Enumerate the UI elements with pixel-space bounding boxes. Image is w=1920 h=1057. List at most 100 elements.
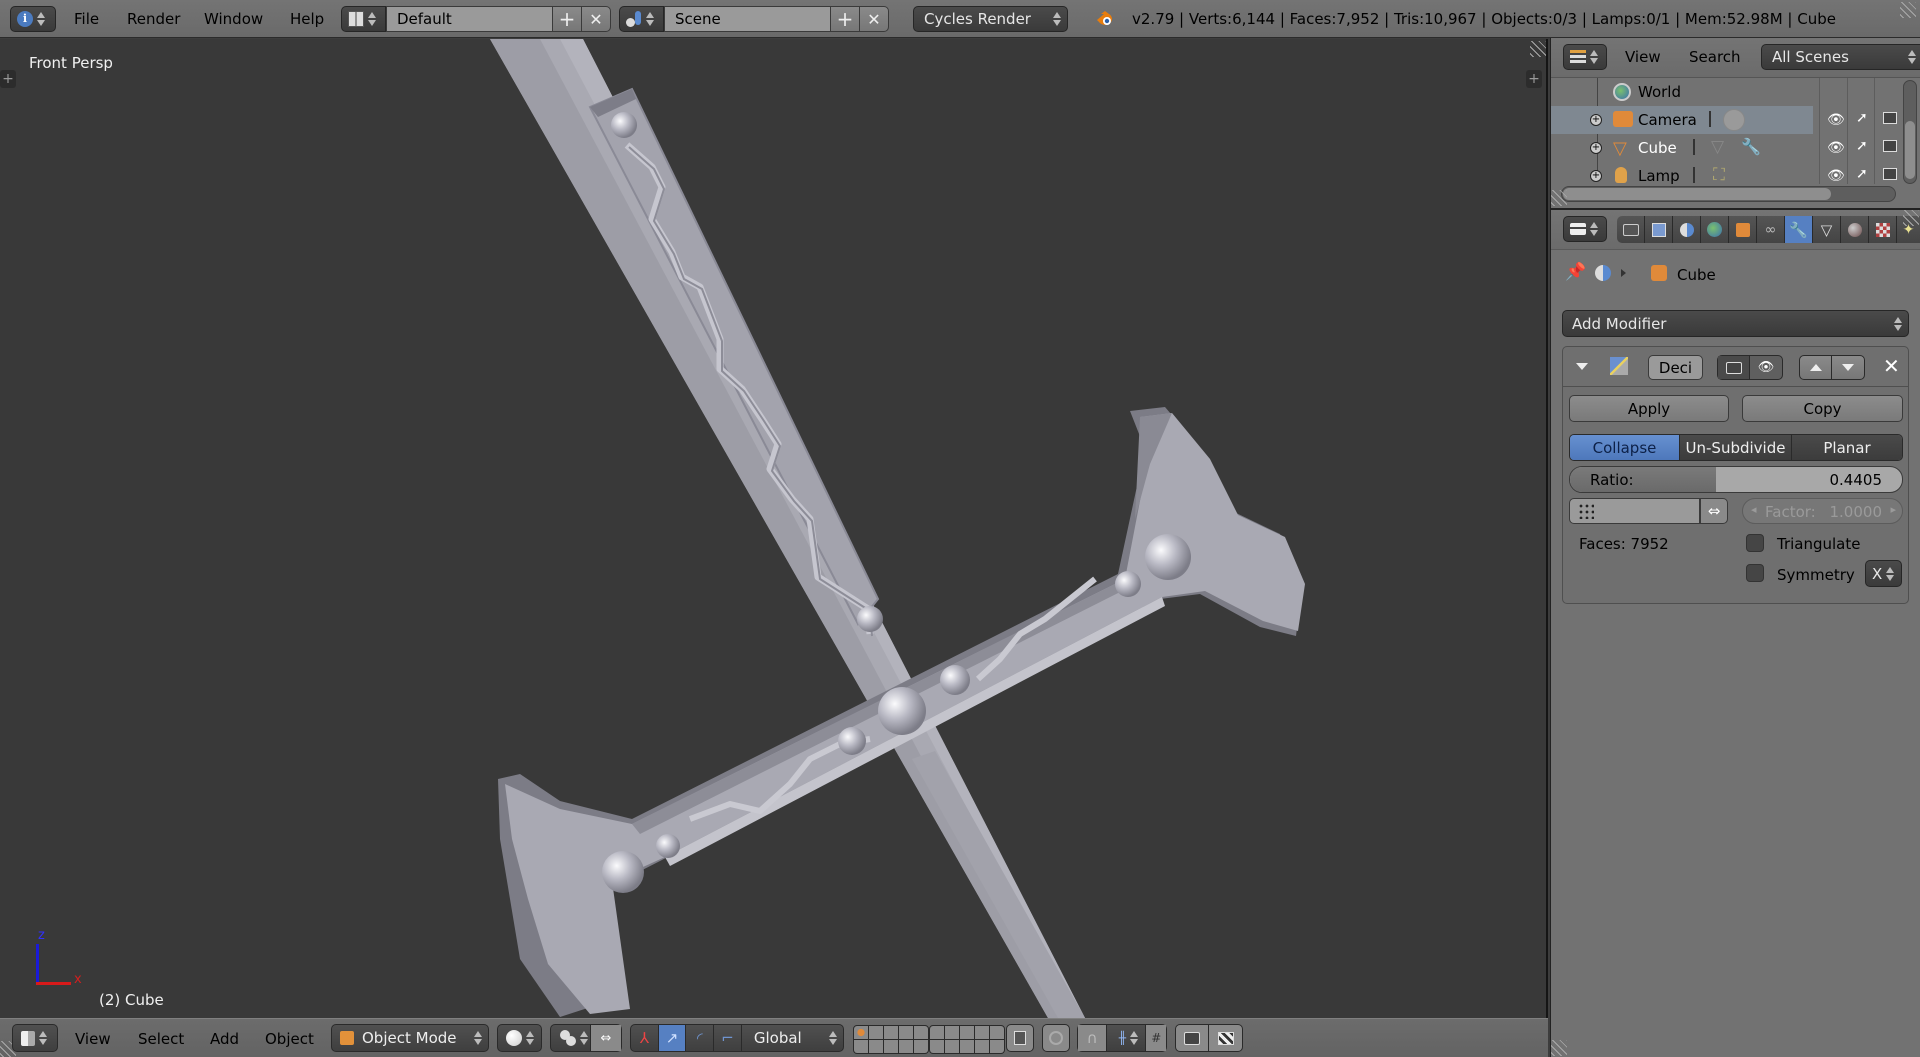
selectability-toggle-cube[interactable]: ➚	[1856, 138, 1868, 154]
renderability-toggle-lamp[interactable]	[1883, 168, 1897, 180]
menu-view[interactable]: View	[75, 1030, 111, 1048]
menu-render[interactable]: Render	[127, 10, 180, 28]
collapse-triangle-icon[interactable]	[1576, 363, 1588, 370]
scene-layers-b[interactable]	[929, 1025, 1005, 1054]
snap-target-button[interactable]: #	[1146, 1025, 1167, 1051]
pivot-point-selector[interactable]	[551, 1025, 591, 1051]
manipulate-center-points-toggle[interactable]: ⇔	[591, 1025, 621, 1051]
pin-icon[interactable]: 📌	[1565, 262, 1586, 282]
area-split-handle[interactable]	[1903, 210, 1919, 226]
sword-model[interactable]	[0, 39, 1548, 1018]
visibility-toggle-cube[interactable]: 👁	[1827, 140, 1845, 156]
expand-icon[interactable]: +	[1590, 114, 1602, 126]
outliner-display-mode-selector[interactable]: All Scenes	[1761, 44, 1920, 70]
editor-type-selector[interactable]	[1563, 44, 1607, 70]
opengl-render-image-button[interactable]	[1176, 1025, 1210, 1051]
tab-world[interactable]	[1701, 216, 1729, 243]
outliner-menu-view[interactable]: View	[1625, 48, 1661, 66]
proportional-editing-button[interactable]	[1042, 1024, 1070, 1052]
menu-window[interactable]: Window	[204, 10, 263, 28]
expand-icon[interactable]: +	[1590, 170, 1602, 182]
lock-camera-layers-button[interactable]	[1006, 1024, 1034, 1052]
tab-scene[interactable]	[1673, 216, 1701, 243]
tab-data[interactable]: ▽	[1813, 216, 1841, 243]
apply-modifier-button[interactable]: Apply	[1569, 395, 1729, 422]
outliner-menu-search[interactable]: Search	[1689, 48, 1741, 66]
expand-icon[interactable]: +	[1590, 142, 1602, 154]
snap-element-selector[interactable]: ╫	[1107, 1025, 1147, 1051]
modifier-name-field[interactable]: Deci	[1648, 355, 1703, 380]
visibility-toggle-camera[interactable]: 👁	[1827, 112, 1845, 128]
tab-render-layers[interactable]	[1645, 216, 1673, 243]
editor-type-selector[interactable]	[12, 1024, 58, 1052]
menu-add[interactable]: Add	[210, 1030, 239, 1048]
tab-object[interactable]	[1729, 216, 1757, 243]
layout-icon	[348, 11, 364, 27]
editor-type-selector[interactable]	[1563, 216, 1607, 242]
move-modifier-down-button[interactable]	[1832, 356, 1864, 379]
symmetry-checkbox[interactable]	[1746, 564, 1764, 582]
screen-layout-selector[interactable]	[341, 6, 386, 32]
delete-screen-button[interactable]: ✕	[581, 6, 611, 32]
scene-name[interactable]: Scene	[664, 6, 832, 32]
visibility-toggle-lamp[interactable]: 👁	[1827, 168, 1845, 184]
triangulate-checkbox[interactable]	[1746, 534, 1764, 552]
symmetry-label[interactable]: Symmetry	[1777, 566, 1855, 584]
scene-selector[interactable]	[619, 6, 664, 32]
menu-file[interactable]: File	[74, 10, 99, 28]
renderability-toggle-camera[interactable]	[1883, 112, 1897, 124]
menu-object[interactable]: Object	[265, 1030, 314, 1048]
selectability-toggle-camera[interactable]: ➚	[1856, 110, 1868, 126]
tab-render[interactable]	[1617, 216, 1645, 243]
tab-constraints[interactable]: ∞	[1757, 216, 1785, 243]
outliner-item-world[interactable]: World	[1551, 78, 1841, 106]
scale-manipulator-button[interactable]: ⌐	[714, 1025, 742, 1051]
triangulate-label[interactable]: Triangulate	[1777, 535, 1861, 553]
area-split-handle[interactable]	[1551, 190, 1567, 206]
tab-material[interactable]	[1841, 216, 1869, 243]
translate-manipulator-button[interactable]: ↗	[658, 1025, 687, 1051]
move-modifier-up-button[interactable]	[1800, 356, 1833, 379]
show-in-viewport-toggle[interactable]: 👁	[1750, 356, 1782, 379]
screen-layout-name[interactable]: Default	[386, 6, 554, 32]
vertex-group-field[interactable]	[1569, 498, 1700, 524]
add-scene-button[interactable]: +	[830, 6, 860, 32]
selectability-toggle-lamp[interactable]: ➚	[1856, 166, 1868, 182]
menu-help[interactable]: Help	[290, 10, 324, 28]
symmetry-axis-selector[interactable]: X	[1865, 560, 1902, 587]
copy-modifier-button[interactable]: Copy	[1742, 395, 1903, 422]
manipulator-toggle[interactable]: ⅄	[631, 1025, 659, 1051]
outliner-vertical-scrollbar[interactable]	[1903, 80, 1917, 184]
area-split-handle[interactable]	[1900, 2, 1916, 18]
delete-scene-button[interactable]: ✕	[859, 6, 889, 32]
object-mode-icon	[340, 1031, 354, 1045]
area-split-handle[interactable]	[1551, 1040, 1567, 1056]
mode-un-subdivide[interactable]: Un-Subdivide	[1680, 435, 1792, 460]
menu-select[interactable]: Select	[138, 1030, 184, 1048]
invert-vertex-group-toggle[interactable]: ⇔	[1700, 498, 1728, 524]
mode-collapse[interactable]: Collapse	[1570, 435, 1680, 460]
snap-toggle[interactable]: ∩	[1078, 1025, 1108, 1051]
remove-modifier-button[interactable]: ✕	[1883, 354, 1900, 378]
outliner-item-camera[interactable]: + Camera	[1551, 106, 1813, 134]
rotate-manipulator-button[interactable]: ◜	[686, 1025, 715, 1051]
outliner-item-cube[interactable]: + ▽ Cube ▽ 🔧	[1551, 134, 1841, 162]
scene-layers-a[interactable]	[853, 1025, 929, 1054]
transform-orientation-selector[interactable]: Global	[742, 1025, 843, 1051]
viewport-shading-selector[interactable]	[497, 1024, 542, 1052]
render-engine-selector[interactable]: Cycles Render	[913, 6, 1068, 32]
add-screen-button[interactable]: +	[552, 6, 582, 32]
outliner-horizontal-scrollbar[interactable]	[1561, 186, 1896, 202]
show-in-render-toggle[interactable]	[1718, 356, 1750, 379]
add-modifier-dropdown[interactable]: Add Modifier	[1562, 310, 1909, 337]
interaction-mode-selector[interactable]: Object Mode	[331, 1024, 489, 1052]
3d-viewport[interactable]: Front Persp + + z x (2) Cube	[0, 39, 1548, 1018]
tab-texture[interactable]	[1869, 216, 1897, 243]
mode-planar[interactable]: Planar	[1792, 435, 1902, 460]
editor-type-selector[interactable]: i	[10, 6, 56, 32]
opengl-render-animation-button[interactable]	[1209, 1025, 1242, 1051]
scale-icon: ⌐	[721, 1029, 734, 1047]
tab-modifiers[interactable]: 🔧	[1785, 216, 1813, 243]
renderability-toggle-cube[interactable]	[1883, 140, 1897, 152]
ratio-slider[interactable]: Ratio: 0.4405	[1569, 466, 1903, 493]
